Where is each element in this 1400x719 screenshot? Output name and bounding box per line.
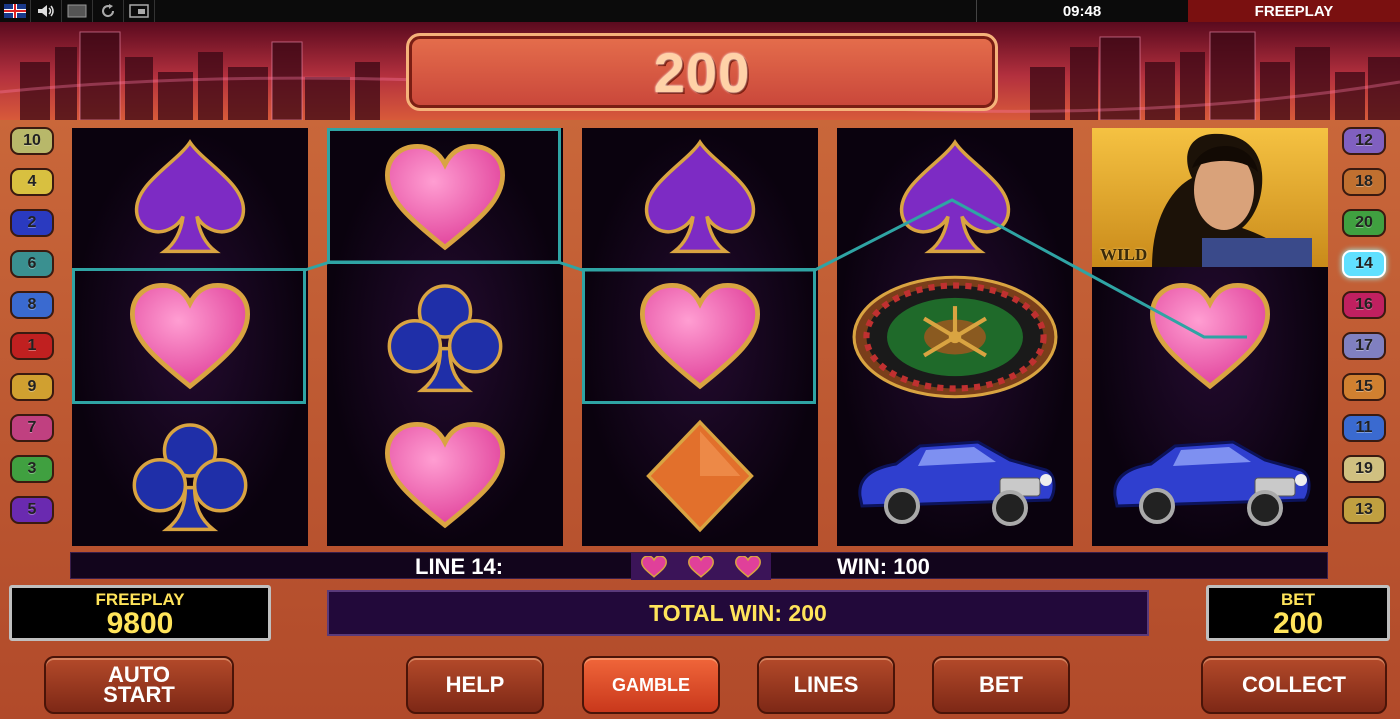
heart-mini-icon <box>641 555 668 578</box>
line-win-info-bar: LINE 14: WIN: 100 <box>70 552 1328 580</box>
help-button[interactable]: HELP <box>406 656 544 714</box>
heart-mini-icon <box>734 555 761 578</box>
gamble-button[interactable]: GAMBLE <box>582 656 720 714</box>
collect-button[interactable]: COLLECT <box>1201 656 1387 714</box>
heart-mini-icon <box>688 555 714 578</box>
freeplay-balance-panel: FREEPLAY 9800 <box>9 585 271 641</box>
total-win-display: TOTAL WIN: 200 <box>327 590 1149 636</box>
line-win-amount: WIN: 100 <box>837 554 930 579</box>
bet-button[interactable]: BET <box>932 656 1070 714</box>
lines-button[interactable]: LINES <box>757 656 895 714</box>
auto-start-label-2: START <box>103 682 175 707</box>
auto-start-button[interactable]: AUTO START <box>44 656 234 714</box>
bet-panel: BET 200 <box>1206 585 1390 641</box>
win-highlight-reel2 <box>327 128 561 264</box>
win-highlight-reel1 <box>72 268 306 404</box>
line-win-symbols <box>631 553 771 580</box>
win-highlight-reel3 <box>582 268 816 404</box>
bet-value: 200 <box>1272 607 1324 640</box>
freeplay-value: 9800 <box>106 607 174 640</box>
line-win-label: LINE 14: <box>415 554 504 579</box>
